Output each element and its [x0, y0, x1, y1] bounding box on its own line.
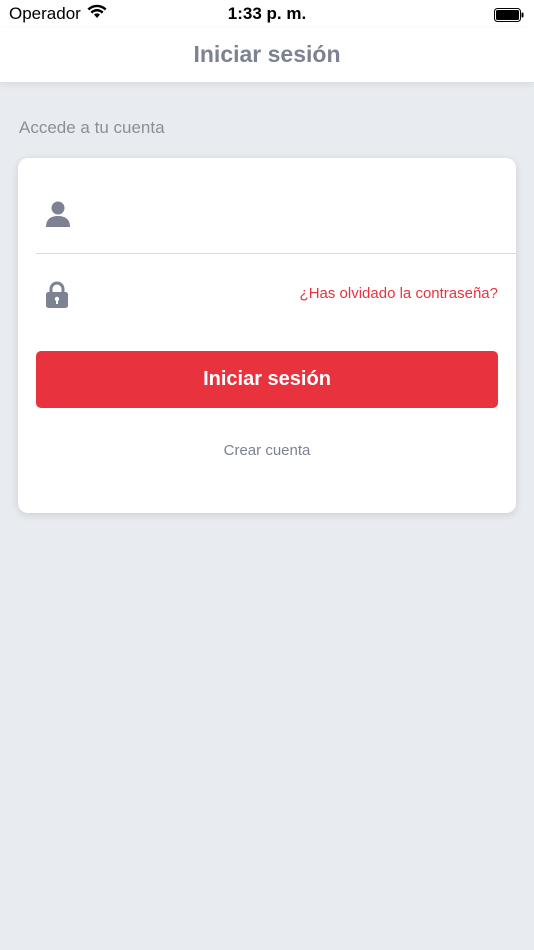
username-row	[36, 158, 516, 254]
forgot-password-link[interactable]: ¿Has olvidado la contraseña?	[300, 285, 498, 302]
password-field[interactable]	[92, 277, 286, 311]
battery-icon	[494, 7, 524, 22]
status-bar: Operador 1:33 p. m.	[0, 0, 534, 28]
login-subtitle: Accede a tu cuenta	[19, 118, 165, 137]
user-icon	[45, 200, 71, 228]
create-account-link[interactable]: Crear cuenta	[18, 442, 516, 459]
login-button[interactable]: Iniciar sesión	[36, 351, 498, 408]
navigation-bar: Iniciar sesión	[0, 28, 534, 83]
login-card: ¿Has olvidado la contraseña? Iniciar ses…	[18, 158, 516, 513]
password-row: ¿Has olvidado la contraseña?	[36, 255, 516, 335]
page-title: Iniciar sesión	[193, 41, 341, 67]
lock-icon	[45, 281, 71, 309]
status-time: 1:33 p. m.	[227, 4, 307, 23]
username-field[interactable]	[92, 194, 498, 228]
